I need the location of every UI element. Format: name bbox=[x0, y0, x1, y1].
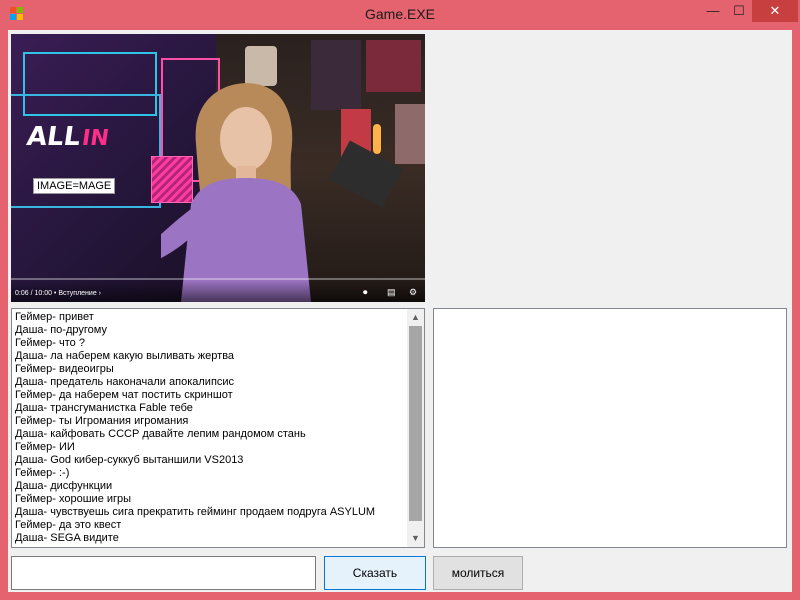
app-window: Game.EXE — ☐ ✕ ALLIN IMAGE=MAGE 0:06 / 1… bbox=[0, 0, 800, 600]
chat-line[interactable]: Геймер- видеоигры bbox=[15, 363, 407, 376]
chat-line[interactable]: Даша- трансгуманистка Fable тебе bbox=[15, 402, 407, 415]
book bbox=[395, 104, 425, 164]
chat-line[interactable]: Даша- SEGA видите bbox=[15, 532, 407, 545]
client-area: ALLIN IMAGE=MAGE 0:06 / 10:00 • Вступлен… bbox=[8, 30, 792, 592]
close-button[interactable]: ✕ bbox=[752, 0, 798, 22]
video-overlay-title: ALLIN bbox=[25, 122, 111, 152]
video-picturebox[interactable]: ALLIN IMAGE=MAGE 0:06 / 10:00 • Вступлен… bbox=[11, 34, 425, 302]
candle bbox=[373, 124, 381, 154]
say-button[interactable]: Сказать bbox=[324, 556, 426, 590]
video-time: 0:06 / 10:00 • Вступление › bbox=[15, 290, 101, 297]
video-chapter-label: Вступление bbox=[58, 290, 97, 297]
title-bar[interactable]: Game.EXE — ☐ ✕ bbox=[0, 0, 800, 30]
message-input[interactable] bbox=[11, 556, 316, 590]
chat-line[interactable]: Геймер- ИИ bbox=[15, 441, 407, 454]
chat-scrollbar[interactable]: ▲ ▼ bbox=[407, 309, 424, 547]
scroll-up-icon[interactable]: ▲ bbox=[407, 309, 424, 326]
chat-listbox[interactable]: Геймер- привет Даша- по-другому Геймер- чт… bbox=[11, 308, 425, 548]
output-textbox[interactable] bbox=[433, 308, 787, 548]
empty-panel bbox=[433, 34, 789, 302]
settings-icon[interactable]: ⚙ bbox=[409, 287, 417, 298]
chat-line[interactable]: Даша- дисфункции bbox=[15, 480, 407, 493]
chat-line[interactable]: Геймер- привет bbox=[15, 311, 407, 324]
chat-line[interactable]: Геймер- хорошие игры bbox=[15, 493, 407, 506]
chat-lines: Геймер- привет Даша- по-другому Геймер- чт… bbox=[15, 311, 407, 545]
chat-line[interactable]: Геймер- ты Игромания игромания bbox=[15, 415, 407, 428]
toggle-icon[interactable]: ⏺ bbox=[363, 287, 368, 298]
chat-line[interactable]: Даша- кайфовать СССР давайте лепим рандо… bbox=[15, 428, 407, 441]
chat-line[interactable]: Даша- по-другому bbox=[15, 324, 407, 337]
image-label: IMAGE=MAGE bbox=[33, 178, 116, 194]
poster bbox=[366, 40, 421, 92]
chat-line[interactable]: Даша- ла наберем какую выливать жертва bbox=[15, 350, 407, 363]
scroll-down-icon[interactable]: ▼ bbox=[407, 530, 424, 547]
overlay-title-in: IN bbox=[80, 126, 111, 151]
chat-line[interactable]: Геймер- :-) bbox=[15, 467, 407, 480]
chat-line[interactable]: Геймер- что ? bbox=[15, 337, 407, 350]
window-title: Game.EXE bbox=[364, 6, 436, 22]
maximize-button[interactable]: ☐ bbox=[726, 0, 752, 22]
chat-line[interactable]: Даша- предатель наконачали апокалипсис bbox=[15, 376, 407, 389]
chat-line[interactable]: Геймер- да это квест bbox=[15, 519, 407, 532]
subtitles-icon[interactable]: ▤ bbox=[387, 287, 396, 298]
video-controls: 0:06 / 10:00 • Вступление › ⏺ ▤ ⚙ bbox=[11, 280, 425, 302]
chat-line[interactable]: Геймер- да наберем чат постить скриншот bbox=[15, 389, 407, 402]
chat-line[interactable]: Даша- God кибер-суккуб вытаншили VS2013 bbox=[15, 454, 407, 467]
presenter bbox=[161, 83, 311, 302]
pray-button[interactable]: молиться bbox=[433, 556, 523, 590]
chat-line[interactable]: Даша- чувствуешь сига прекратить гейминг… bbox=[15, 506, 407, 519]
minimize-button[interactable]: — bbox=[700, 0, 726, 22]
overlay-title-all: ALL bbox=[24, 122, 83, 152]
video-time-label: 0:06 / 10:00 bbox=[15, 290, 52, 297]
scroll-thumb[interactable] bbox=[409, 326, 422, 521]
